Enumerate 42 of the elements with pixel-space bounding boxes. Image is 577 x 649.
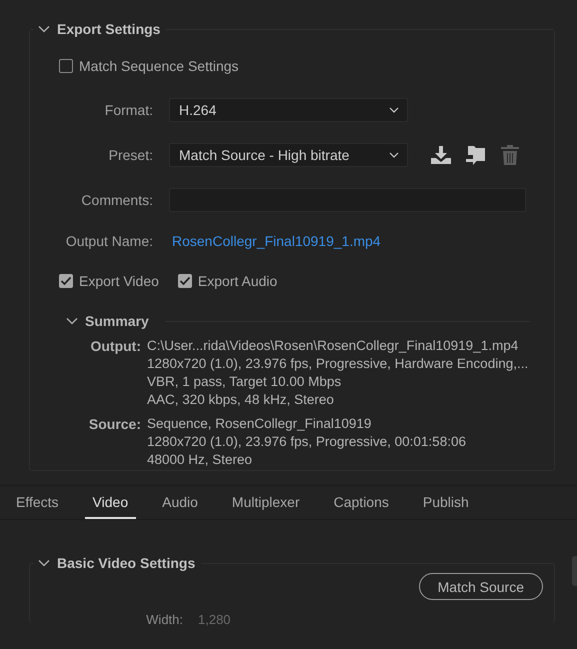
section-title: Summary [85,313,149,329]
output-name-link[interactable]: RosenCollegr_Final10919_1.mp4 [172,233,381,249]
chevron-down-icon[interactable] [38,25,50,33]
tab[interactable]: Publish [414,486,477,519]
summary-text: 1280x720 (1.0), 23.976 fps, Progressive, 00:01:58:06 [147,433,466,451]
summary-text: 48000 Hz, Stereo [147,451,254,469]
section-title: Export Settings [57,21,160,37]
tab[interactable]: Video [84,486,136,519]
checkmark-icon [60,276,72,286]
summary-text: AAC, 320 kbps, 48 kHz, Stereo [147,391,335,409]
section-title: Basic Video Settings [57,555,196,571]
chevron-down-icon[interactable] [38,559,50,567]
checkbox-label: Export Audio [198,273,278,289]
field-label: Output Name: [64,233,153,249]
tab[interactable]: Multiplexer [224,486,308,519]
chevron-down-icon [389,107,399,113]
field-label: Format: [104,102,153,118]
tab[interactable]: Captions [326,486,397,519]
dropdown[interactable]: Match Source - High bitrate [169,143,408,167]
summary-label: Source: [88,415,141,434]
field-label: Preset: [108,147,153,163]
field-label: Width: [145,612,183,627]
summary-text: Sequence, RosenCollegr_Final10919 [147,415,372,433]
match-source-button[interactable]: Match Source [418,573,543,600]
summary-text: C:\User...rida\Videos\Rosen\RosenCollegr_Final10919_1.mp4 [147,337,520,355]
dropdown[interactable]: H.264 [169,98,408,122]
download-icon[interactable] [430,145,452,165]
checkbox-label: Export Video [79,273,159,289]
checkmark-icon [178,276,191,286]
tab[interactable]: Audio [154,486,206,519]
summary-label: Output: [89,337,141,356]
folder-arrow-icon[interactable] [465,144,487,166]
tab[interactable]: Effects [8,486,67,519]
summary-text: VBR, 1 pass, Target 10.00 Mbps [147,373,342,391]
summary-text: 1280x720 (1.0), 23.976 fps, Progressive, Hardware Encoding,... [147,355,528,373]
chevron-down-icon[interactable] [66,317,78,325]
checkbox[interactable] [178,274,192,288]
chevron-down-icon [389,152,399,158]
checkbox-label: Match Sequence Settings [79,58,239,74]
checkbox[interactable] [59,59,73,73]
checkbox[interactable] [59,274,73,288]
field-label: Comments: [80,192,153,208]
